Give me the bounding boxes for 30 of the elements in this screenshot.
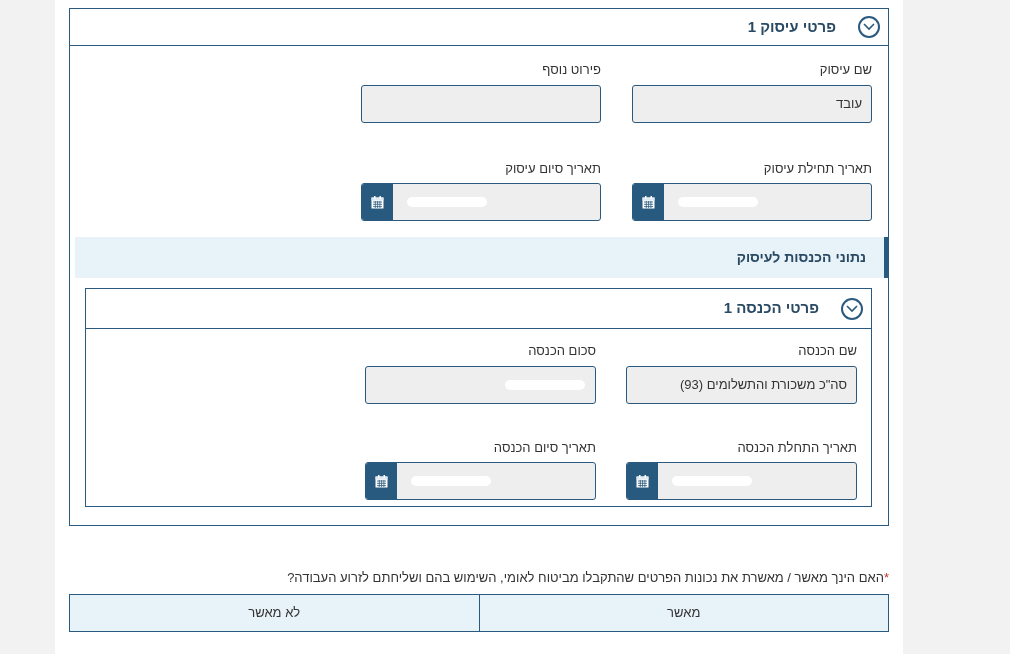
field-label: שם עיסוק xyxy=(818,61,872,79)
chevron-down-icon xyxy=(846,304,858,313)
field-label: שם הכנסה xyxy=(797,342,857,360)
field-label: סכום הכנסה xyxy=(527,342,596,360)
collapse-toggle-button[interactable] xyxy=(858,16,880,38)
field-label: תאריך סיום הכנסה xyxy=(492,438,596,457)
calendar-icon xyxy=(362,184,393,220)
input-field[interactable] xyxy=(361,84,601,123)
question-text: * האם הינך מאשר / מאשרת את נכונות הפרטים שהתקבלו מביטוח לאומי, השימוש בהם ושליחתם לזרוע העבודה? xyxy=(286,569,889,587)
calendar-icon xyxy=(633,184,664,220)
option-button[interactable]: לא מאשר xyxy=(69,593,479,632)
input-field[interactable] xyxy=(365,365,596,404)
field-label: תאריך התחלת הכנסה xyxy=(736,438,857,457)
collapse-toggle-button[interactable] xyxy=(841,297,863,320)
section-title: פרטי עיסוק 1 xyxy=(747,16,836,37)
subsection-heading: נתוני הכנסות לעיסוק xyxy=(736,248,866,267)
date-field[interactable] xyxy=(626,462,857,500)
chevron-down-icon xyxy=(863,23,875,31)
section-title: פרטי הכנסה 1 xyxy=(723,298,819,319)
date-field[interactable] xyxy=(632,183,872,221)
field-label: פירוט נוסף xyxy=(541,61,601,79)
option-button[interactable]: מאשר xyxy=(478,593,889,632)
date-field[interactable] xyxy=(361,183,601,221)
date-field[interactable] xyxy=(365,462,596,500)
input-field[interactable]: עובד xyxy=(632,84,872,123)
input-field[interactable]: סה"כ משכורת והתשלומים (93) xyxy=(626,365,857,404)
field-label: תאריך סיום עיסוק xyxy=(504,159,601,178)
calendar-icon xyxy=(627,463,658,499)
field-label: תאריך תחילת עיסוק xyxy=(762,159,872,178)
calendar-icon xyxy=(366,463,397,499)
